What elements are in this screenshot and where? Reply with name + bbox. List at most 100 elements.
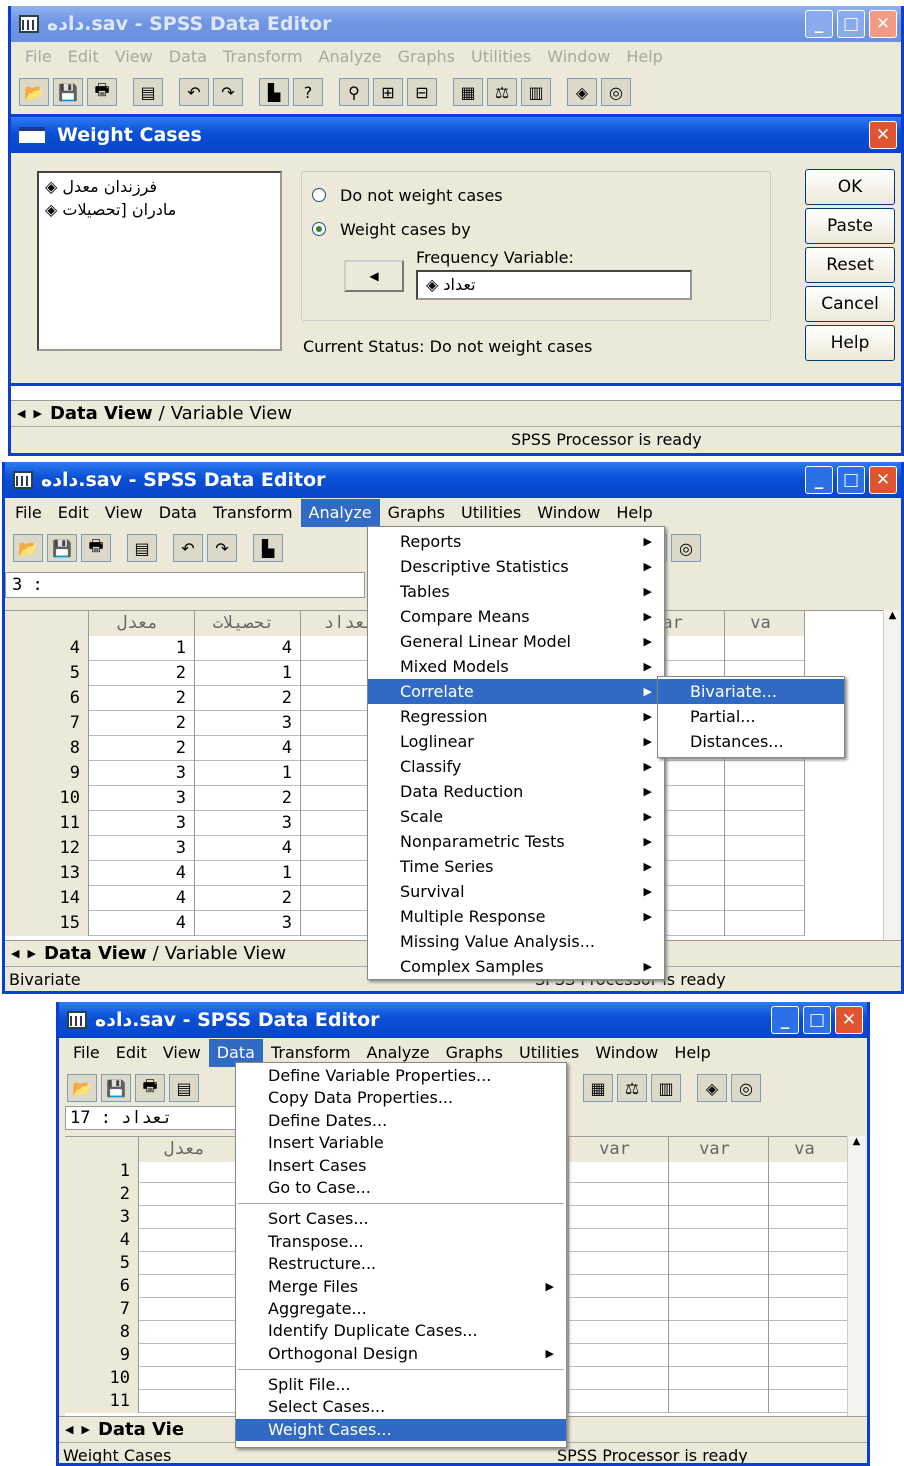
row-number[interactable]: 1 (65, 1160, 139, 1183)
data-cell[interactable] (769, 1298, 849, 1321)
save-icon[interactable]: 💾 (101, 1074, 131, 1102)
data-menu-item[interactable]: Copy Data Properties... (236, 1087, 566, 1109)
radio-button[interactable] (312, 222, 326, 236)
redo-icon[interactable]: ↷ (213, 78, 243, 106)
menu-utilities[interactable]: Utilities (463, 43, 539, 71)
correlate-menu-item[interactable]: Partial... (658, 704, 844, 729)
column-header[interactable]: var (669, 1137, 769, 1162)
data-cell[interactable] (725, 861, 805, 886)
data-cell[interactable] (769, 1160, 849, 1183)
maximize-icon[interactable]: □ (803, 1006, 831, 1034)
scroll-left-icon[interactable]: ◀ (11, 947, 19, 960)
goto-chart-icon[interactable]: ▙ (253, 534, 283, 562)
data-cell[interactable]: 4 (89, 886, 195, 911)
menu-view[interactable]: View (97, 499, 151, 527)
data-cell[interactable] (139, 1183, 239, 1206)
data-cell[interactable]: 3 (89, 836, 195, 861)
data-menu-item[interactable]: Merge Files ▶ (236, 1276, 566, 1298)
analyze-menu-item[interactable]: General Linear Model ▶ (368, 629, 664, 654)
analyze-menu-item[interactable]: Time Series ▶ (368, 854, 664, 879)
data-menu-item[interactable]: Weight Cases... (236, 1418, 566, 1442)
move-arrow-button[interactable]: ◀ (344, 260, 404, 292)
data-cell[interactable] (569, 1344, 669, 1367)
save-icon[interactable]: 💾 (53, 78, 83, 106)
data-cell[interactable] (769, 1275, 849, 1298)
redo-icon[interactable]: ↷ (207, 534, 237, 562)
column-header[interactable]: تحصیلات (195, 611, 301, 636)
data-cell[interactable] (769, 1367, 849, 1390)
undo-icon[interactable]: ↶ (173, 534, 203, 562)
scroll-up-icon[interactable]: ▲ (884, 610, 901, 628)
data-cell[interactable] (725, 836, 805, 861)
variables-icon[interactable]: ? (293, 78, 323, 106)
row-number[interactable]: 3 (65, 1206, 139, 1229)
scroll-right-icon[interactable]: ▶ (27, 947, 35, 960)
print-icon[interactable]: 🖶 (81, 534, 111, 562)
data-cell[interactable] (139, 1229, 239, 1252)
data-cell[interactable] (139, 1298, 239, 1321)
use-sets-icon[interactable]: ◎ (601, 78, 631, 106)
data-cell[interactable] (769, 1321, 849, 1344)
data-cell[interactable] (139, 1206, 239, 1229)
data-cell[interactable] (669, 1275, 769, 1298)
row-number[interactable]: 9 (65, 1344, 139, 1367)
data-cell[interactable] (725, 761, 805, 786)
data-cell[interactable] (569, 1160, 669, 1183)
scroll-left-icon[interactable]: ◀ (17, 407, 25, 420)
menu-window[interactable]: Window (539, 43, 618, 71)
data-menu-item[interactable]: Sort Cases... (236, 1208, 566, 1230)
data-cell[interactable] (139, 1252, 239, 1275)
close-icon[interactable]: ✕ (835, 1006, 863, 1034)
data-cell[interactable] (669, 1229, 769, 1252)
help-button[interactable]: Help (805, 325, 895, 361)
dialog-recall-icon[interactable]: ▤ (133, 78, 163, 106)
data-cell[interactable] (725, 886, 805, 911)
maximize-icon[interactable]: □ (837, 466, 865, 494)
open-icon[interactable]: 📂 (67, 1074, 97, 1102)
data-cell[interactable] (669, 1390, 769, 1413)
analyze-menu-item[interactable]: Mixed Models ▶ (368, 654, 664, 679)
data-cell[interactable] (139, 1160, 239, 1183)
row-number[interactable]: 11 (5, 811, 89, 836)
data-cell[interactable] (725, 636, 805, 661)
cancel-button[interactable]: Cancel (805, 286, 895, 322)
data-cell[interactable] (569, 1275, 669, 1298)
menu-analyze[interactable]: Analyze (300, 499, 380, 527)
data-cell[interactable]: 2 (195, 686, 301, 711)
correlate-menu-item[interactable]: Distances... (658, 729, 844, 754)
radio-button[interactable] (312, 188, 326, 202)
data-cell[interactable] (569, 1252, 669, 1275)
data-cell[interactable] (669, 1183, 769, 1206)
column-header[interactable]: معدل (89, 611, 195, 636)
menu-help[interactable]: Help (618, 43, 670, 71)
vertical-scrollbar[interactable]: ▲ (883, 610, 901, 940)
minimize-icon[interactable]: _ (771, 1006, 799, 1034)
scroll-right-icon[interactable]: ▶ (81, 1423, 89, 1436)
variable-item[interactable]: ◈ مادران [تحصیلات (45, 200, 274, 219)
data-cell[interactable]: 2 (89, 736, 195, 761)
variable-list[interactable]: ◈ فرزندان معدل ◈ مادران [تحصیلات (37, 171, 282, 351)
split-file-icon[interactable]: ▦ (453, 78, 483, 106)
menu-help[interactable]: Help (666, 1039, 718, 1067)
undo-icon[interactable]: ↶ (179, 78, 209, 106)
data-cell[interactable]: 3 (89, 786, 195, 811)
reset-button[interactable]: Reset (805, 247, 895, 283)
find-icon[interactable]: ⚲ (339, 78, 369, 106)
analyze-menu-item[interactable]: Classify ▶ (368, 754, 664, 779)
menu-analyze[interactable]: Analyze (311, 43, 390, 71)
analyze-menu-item[interactable]: Multiple Response ▶ (368, 904, 664, 929)
data-cell[interactable] (139, 1390, 239, 1413)
use-sets-icon[interactable]: ◎ (671, 534, 701, 562)
data-menu-item[interactable]: Transpose... (236, 1231, 566, 1253)
data-cell[interactable]: 3 (89, 811, 195, 836)
menu-edit[interactable]: Edit (50, 499, 97, 527)
close-icon[interactable]: ✕ (869, 10, 897, 38)
data-cell[interactable] (769, 1344, 849, 1367)
data-cell[interactable] (769, 1183, 849, 1206)
weight-cases-icon[interactable]: ⚖ (617, 1074, 647, 1102)
row-number[interactable]: 14 (5, 886, 89, 911)
data-cell[interactable]: 4 (89, 861, 195, 886)
data-cell[interactable] (139, 1367, 239, 1390)
menu-graphs[interactable]: Graphs (380, 499, 453, 527)
dialog-recall-icon[interactable]: ▤ (127, 534, 157, 562)
